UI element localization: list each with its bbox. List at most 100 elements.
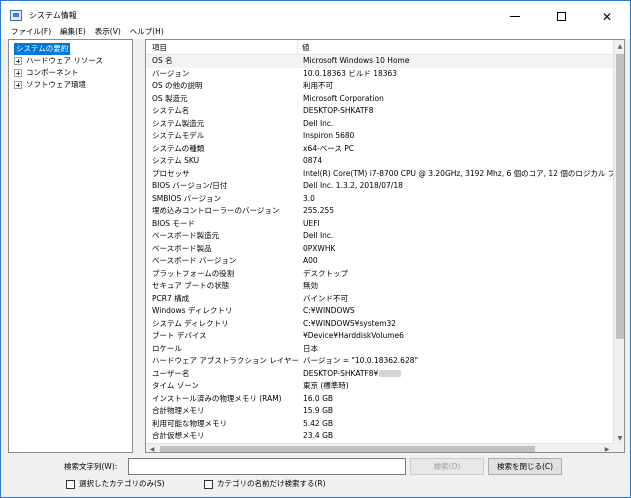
row-item-value: C:¥WINDOWS¥system32 bbox=[303, 318, 396, 331]
row-item-value-text: Microsoft Windows 10 Home bbox=[303, 56, 410, 65]
table-row[interactable]: タイム ゾーン 東京 (標準時) bbox=[146, 380, 613, 393]
table-row[interactable]: システム ディレクトリ C:¥WINDOWS¥system32 bbox=[146, 318, 613, 331]
table-row[interactable]: インストール済みの物理メモリ (RAM) 16.0 GB bbox=[146, 393, 613, 406]
table-row[interactable]: ユーザー名 DESKTOP-SHKATF8¥ bbox=[146, 368, 613, 381]
row-item-value-text: 15.9 GB bbox=[303, 406, 334, 415]
scroll-up-icon[interactable]: ▲ bbox=[614, 40, 624, 52]
menu-file[interactable]: ファイル(F) bbox=[11, 26, 51, 38]
table-row[interactable]: セキュア ブートの状態 無効 bbox=[146, 280, 613, 293]
row-item-value-text: Microsoft Corporation bbox=[303, 93, 384, 103]
row-item-name: システムの種類 bbox=[152, 143, 205, 153]
row-item-name: システム SKU bbox=[152, 156, 200, 165]
close-icon: ✕ bbox=[601, 9, 613, 24]
table-row[interactable]: プロセッサ Intel(R) Core(TM) i7-8700 CPU @ 3.2… bbox=[146, 168, 613, 181]
row-item-value-text: Dell Inc. bbox=[303, 231, 334, 240]
row-item-value-text: DESKTOP-SHKATF8¥ bbox=[303, 368, 379, 378]
tree-item-hardware-resources[interactable]: ハードウェア リソース bbox=[14, 55, 103, 67]
table-row[interactable]: バージョン 10.0.18363 ビルド 18363 bbox=[146, 68, 613, 81]
search-input[interactable] bbox=[128, 458, 406, 475]
maximize-icon bbox=[556, 12, 566, 21]
row-item-value-text: C:¥WINDOWS bbox=[303, 306, 355, 315]
table-row[interactable]: BIOS バージョン/日付 Dell Inc. 1.3.2, 2018/07/18 bbox=[146, 180, 613, 193]
table-row[interactable]: SMBIOS バージョン 3.0 bbox=[146, 193, 613, 206]
row-item-name: 合計仮想メモリ bbox=[152, 431, 205, 440]
table-row[interactable]: システムモデル Inspiron 5680 bbox=[146, 130, 613, 143]
table-row[interactable]: システム SKU 0874 bbox=[146, 155, 613, 168]
row-item-name: システムモデル bbox=[152, 131, 205, 140]
row-item-name: PCR7 構成 bbox=[152, 293, 190, 303]
minimize-icon bbox=[510, 16, 520, 17]
expand-plus-icon[interactable] bbox=[14, 69, 22, 77]
table-row[interactable]: ベースボード製造元 Dell Inc. bbox=[146, 230, 613, 243]
scroll-right-icon[interactable]: ▶ bbox=[601, 444, 613, 453]
column-header-item[interactable]: 項目 bbox=[152, 42, 167, 53]
scroll-left-icon[interactable]: ◀ bbox=[146, 444, 158, 453]
row-item-value: Microsoft Windows 10 Home bbox=[303, 55, 409, 68]
checkbox-box[interactable] bbox=[66, 479, 75, 489]
checkbox-label: 選択したカテゴリのみ(S) bbox=[79, 479, 165, 488]
table-row[interactable]: BIOS モード UEFI bbox=[146, 218, 613, 231]
row-item-value: 10.0.18363 ビルド 18363 bbox=[303, 68, 397, 81]
row-item-name: 合計物理メモリ bbox=[152, 406, 205, 415]
column-divider[interactable] bbox=[297, 40, 298, 55]
horizontal-scrollbar[interactable]: ◀ ▶ bbox=[146, 443, 613, 453]
row-item-name: 利用可能な物理メモリ bbox=[152, 418, 227, 428]
menu-edit[interactable]: 編集(E) bbox=[60, 26, 86, 38]
row-item-value-text: 日本 bbox=[303, 343, 318, 353]
table-row[interactable]: ロケール 日本 bbox=[146, 343, 613, 356]
table-row[interactable]: PCR7 構成 バインド不可 bbox=[146, 293, 613, 306]
table-row[interactable]: 合計仮想メモリ 23.4 GB bbox=[146, 430, 613, 443]
table-row[interactable]: OS 製造元 Microsoft Corporation bbox=[146, 93, 613, 106]
row-item-value: 無効 bbox=[303, 280, 318, 293]
menu-view[interactable]: 表示(V) bbox=[95, 26, 121, 38]
selected-category-only-checkbox[interactable]: 選択したカテゴリのみ(S) bbox=[66, 478, 165, 490]
row-item-name: OS の他の説明 bbox=[152, 81, 203, 90]
table-row[interactable]: 埋め込みコントローラーのバージョン 255.255 bbox=[146, 205, 613, 218]
expand-plus-icon[interactable] bbox=[14, 81, 22, 89]
tree-item-system-summary[interactable]: システムの要約 bbox=[14, 43, 71, 55]
list-header: 項目 値 bbox=[146, 40, 613, 55]
table-row[interactable]: 合計物理メモリ 15.9 GB bbox=[146, 405, 613, 418]
row-item-value-text: 3.0 bbox=[303, 193, 315, 203]
table-row[interactable]: OS 名 Microsoft Windows 10 Home bbox=[146, 55, 613, 68]
table-row[interactable]: システムの種類 x64-ベース PC bbox=[146, 143, 613, 156]
row-item-value-text: DESKTOP-SHKATF8 bbox=[303, 106, 374, 115]
table-row[interactable]: 利用可能な物理メモリ 5.42 GB bbox=[146, 418, 613, 431]
checkbox-box[interactable] bbox=[204, 479, 213, 489]
row-item-name: OS 製造元 bbox=[152, 93, 188, 103]
table-row[interactable]: Windows ディレクトリ C:¥WINDOWS bbox=[146, 305, 613, 318]
table-row[interactable]: プラットフォームの役割 デスクトップ bbox=[146, 268, 613, 281]
row-item-value-text: UEFI bbox=[303, 218, 320, 228]
row-item-name: SMBIOS バージョン bbox=[152, 193, 221, 203]
row-item-value-text: Dell Inc. bbox=[303, 118, 334, 128]
close-find-button[interactable]: 検索を閉じる(C) bbox=[488, 458, 562, 475]
horizontal-scroll-thumb[interactable] bbox=[160, 446, 535, 452]
row-item-name: OS 名 bbox=[152, 56, 173, 65]
find-button[interactable]: 検索(D) bbox=[410, 458, 484, 475]
table-row[interactable]: ベースボード バージョン A00 bbox=[146, 255, 613, 268]
scroll-down-icon[interactable]: ▼ bbox=[614, 432, 624, 444]
tree-item-software-environment[interactable]: ソフトウェア環境 bbox=[14, 79, 86, 91]
menu-bar: ファイル(F) 編集(E) 表示(V) ヘルプ(H) bbox=[1, 24, 630, 39]
row-item-value: A00 bbox=[303, 255, 318, 268]
tree-item-components[interactable]: コンポーネント bbox=[14, 67, 79, 79]
row-item-value: x64-ベース PC bbox=[303, 143, 354, 156]
table-row[interactable]: ハードウェア アブストラクション レイヤー バージョン = "10.0.18362… bbox=[146, 355, 613, 368]
table-row[interactable]: OS の他の説明 利用不可 bbox=[146, 80, 613, 93]
category-names-only-checkbox[interactable]: カテゴリの名前だけ検索する(R) bbox=[204, 478, 326, 490]
row-item-value-text: ¥Device¥HarddiskVolume6 bbox=[303, 331, 404, 340]
column-header-value[interactable]: 値 bbox=[302, 42, 310, 53]
row-item-value: DESKTOP-SHKATF8¥ bbox=[303, 368, 402, 381]
table-row[interactable]: ブート デバイス ¥Device¥HarddiskVolume6 bbox=[146, 330, 613, 343]
vertical-scrollbar[interactable]: ▲ ▼ bbox=[613, 40, 624, 444]
row-item-name: ハードウェア アブストラクション レイヤー bbox=[152, 356, 300, 365]
search-label: 検索文字列(W): bbox=[64, 462, 118, 471]
row-item-name: ロケール bbox=[152, 343, 182, 353]
table-row[interactable]: システム名 DESKTOP-SHKATF8 bbox=[146, 105, 613, 118]
table-row[interactable]: ベースボード製品 0PXWHK bbox=[146, 243, 613, 256]
menu-help[interactable]: ヘルプ(H) bbox=[130, 26, 164, 38]
row-item-value-text: Dell Inc. 1.3.2, 2018/07/18 bbox=[303, 181, 403, 190]
vertical-scroll-thumb[interactable] bbox=[616, 54, 624, 339]
expand-plus-icon[interactable] bbox=[14, 57, 22, 65]
table-row[interactable]: システム製造元 Dell Inc. bbox=[146, 118, 613, 131]
